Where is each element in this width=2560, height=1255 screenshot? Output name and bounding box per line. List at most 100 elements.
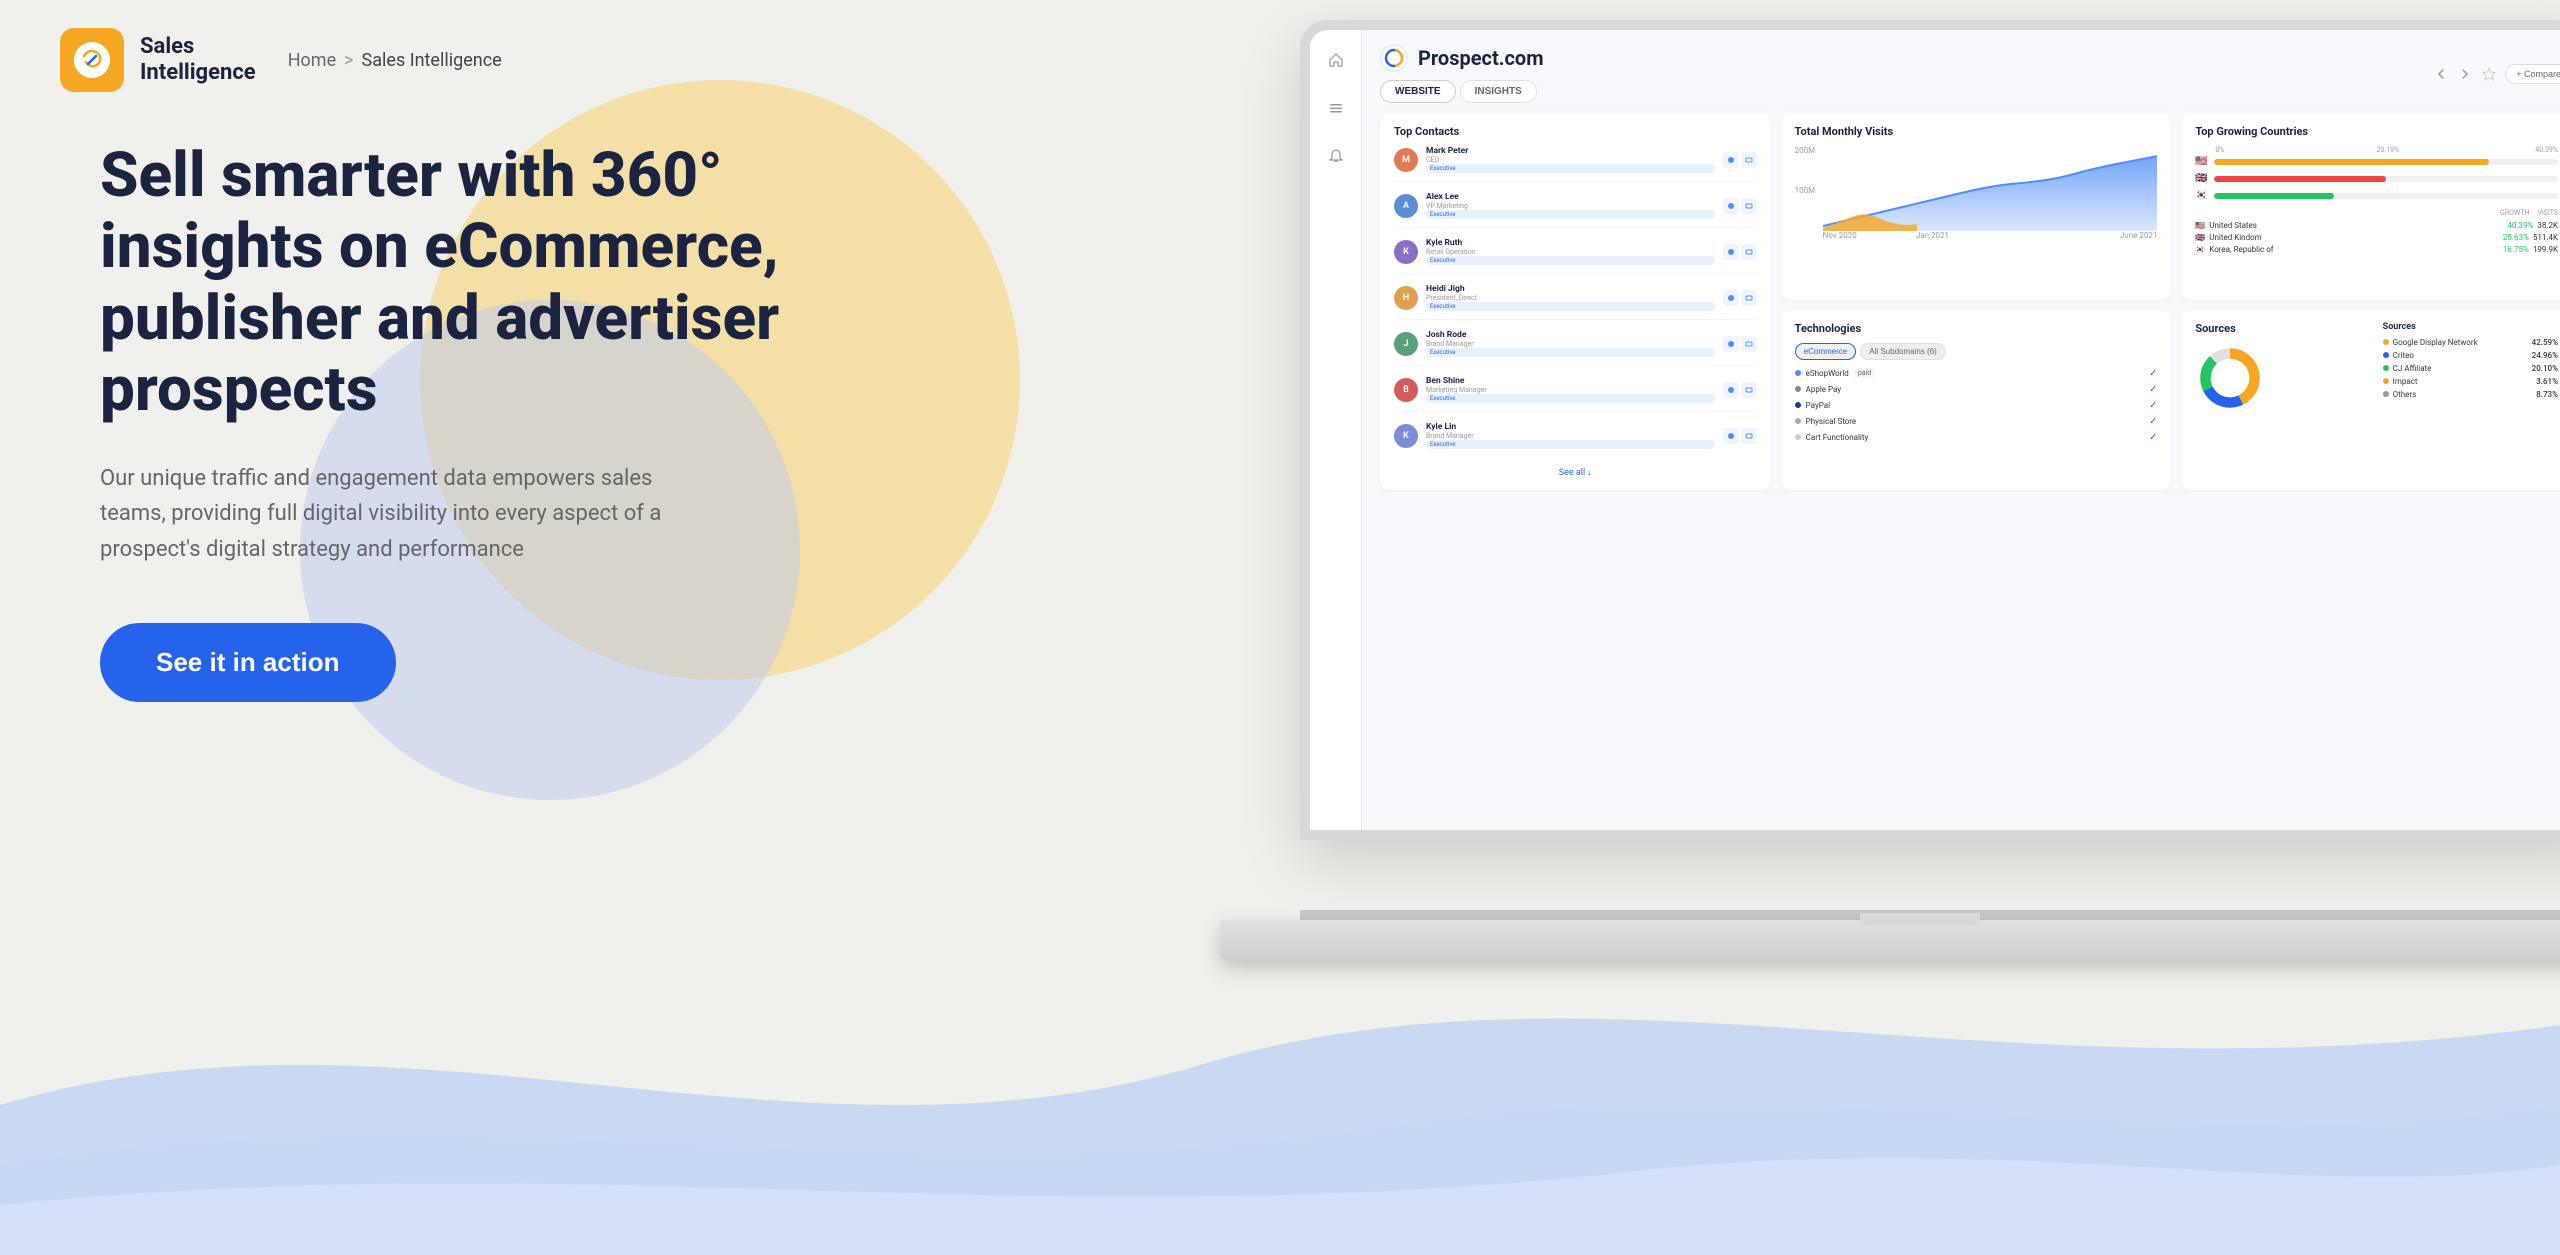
cta-button[interactable]: See it in action: [100, 623, 396, 702]
tech-row-apple: Apple Pay ✓: [1795, 384, 2158, 395]
dashboard: Prospect.com WEBSITE INSIGHTS: [1310, 30, 2560, 830]
contact-name-kyle2: Kyle Lin: [1426, 422, 1715, 432]
pct-label-0: 0%: [2215, 146, 2224, 154]
legend-label-criteo: Criteo: [2383, 351, 2414, 360]
legend-label-impact: Impact: [2383, 377, 2418, 386]
see-all-link[interactable]: See all ↓: [1394, 467, 1757, 478]
contact-info-ben: Ben Shine Marketing Manager Executive: [1426, 376, 1715, 403]
contact-name-ben: Ben Shine: [1426, 376, 1715, 386]
contact-btn-10[interactable]: [1741, 336, 1757, 352]
contact-row-mark: M Mark Peter CEO Executive: [1394, 146, 1757, 182]
contact-btn-11[interactable]: [1723, 382, 1739, 398]
legend-dot-criteo: [2383, 352, 2389, 358]
sub-text: Our unique traffic and engagement data e…: [100, 461, 680, 567]
tech-title: Technologies: [1795, 322, 2158, 335]
tech-name-cart: Cart Functionality: [1795, 433, 1869, 442]
tech-row-physical: Physical Store ✓: [1795, 416, 2158, 427]
tech-dot-paypal: [1795, 402, 1801, 408]
contact-name-josh: Josh Rode: [1426, 330, 1715, 340]
contact-row-ben: B Ben Shine Marketing Manager Executive: [1394, 376, 1757, 412]
contact-tag-kyle2: Executive: [1426, 440, 1715, 449]
contact-btn-1[interactable]: [1723, 152, 1739, 168]
legend-pct-others: 8.73%: [2536, 390, 2558, 399]
breadcrumb-separator: >: [344, 50, 353, 71]
country-name-kr: 🇰🇷 Korea, Republic of: [2195, 245, 2499, 254]
legend-pct-google: 42.59%: [2532, 338, 2558, 347]
contact-info-mark: Mark Peter CEO Executive: [1426, 146, 1715, 173]
bar-fill-kr: [2214, 193, 2334, 199]
contact-tag-alex: Executive: [1426, 210, 1715, 219]
contact-actions-mark: [1723, 152, 1757, 168]
countries-table: GROWTH VISITS 🇺🇸 United States 40.39%: [2195, 209, 2558, 254]
growth-kr: 16.75%: [2503, 245, 2529, 254]
contact-actions-kyle2: [1723, 428, 1757, 444]
country-bar-uk: 🇬🇧: [2195, 173, 2558, 184]
contact-info-josh: Josh Rode Brand Manager Executive: [1426, 330, 1715, 357]
contact-tag-mark: Executive: [1426, 164, 1715, 173]
contact-btn-3[interactable]: [1723, 198, 1739, 214]
contact-role-josh: Brand Manager: [1426, 340, 1715, 348]
breadcrumb-home[interactable]: Home: [288, 50, 336, 71]
contact-btn-13[interactable]: [1723, 428, 1739, 444]
tech-badge-eshop: paid: [1854, 368, 1875, 378]
avatar-kyle2: K: [1394, 424, 1418, 448]
legend-row-cj: CJ Affiliate 20.10%: [2383, 364, 2558, 373]
bar-pct-labels: 0% 20.19% 40.39%: [2195, 146, 2558, 154]
flag-uk: 🇬🇧: [2195, 173, 2207, 184]
contact-btn-14[interactable]: [1741, 428, 1757, 444]
country-bar-kr: 🇰🇷: [2195, 190, 2558, 201]
header: Sales Intelligence Home > Sales Intellig…: [0, 0, 2560, 120]
tech-row-paypal: PayPal ✓: [1795, 400, 2158, 411]
tech-check-cart: ✓: [2149, 432, 2157, 443]
logo-icon: [60, 28, 124, 92]
contact-btn-2[interactable]: [1741, 152, 1757, 168]
contact-row-josh: J Josh Rode Brand Manager Executive: [1394, 330, 1757, 366]
contact-info-heidi: Heidi Jigh President, Direct Executive: [1426, 284, 1715, 311]
x-label-nov: Nov 2020: [1823, 231, 1857, 240]
contact-tag-josh: Executive: [1426, 348, 1715, 357]
avatar-kyle: K: [1394, 240, 1418, 264]
flag-table-kr: 🇰🇷: [2195, 245, 2205, 254]
contact-name-alex: Alex Lee: [1426, 192, 1715, 202]
contact-btn-8[interactable]: [1741, 290, 1757, 306]
contact-btn-7[interactable]: [1723, 290, 1739, 306]
sources-card: Sources: [2181, 310, 2560, 491]
tech-dot-eshop: [1795, 370, 1801, 376]
contact-role-alex: VP Marketing: [1426, 202, 1715, 210]
x-label-june: June 2021: [2120, 231, 2157, 240]
laptop-base: [1220, 920, 2560, 960]
growth-uk: 25.63%: [2503, 233, 2529, 242]
contact-btn-4[interactable]: [1741, 198, 1757, 214]
sidebar-bell-icon[interactable]: [1322, 142, 1350, 170]
legend-pct-criteo: 24.96%: [2532, 351, 2558, 360]
pct-label-40: 40.39%: [2535, 146, 2558, 154]
contact-row-kyle2: K Kyle Lin Brand Manager Executive: [1394, 422, 1757, 457]
sources-legend: Sources Google Display Network 42.59%: [2383, 322, 2558, 479]
contact-btn-12[interactable]: [1741, 382, 1757, 398]
legend-dot-google: [2383, 339, 2389, 345]
contact-name-kyle: Kyle Ruth: [1426, 238, 1715, 248]
monthly-visits-card: Total Monthly Visits 200M 100M: [1781, 113, 2172, 300]
tech-tab-ecommerce[interactable]: eCommerce: [1795, 343, 1857, 360]
logo-text-intelligence: Intelligence: [140, 60, 256, 86]
contact-btn-9[interactable]: [1723, 336, 1739, 352]
tech-name-apple: Apple Pay: [1795, 385, 1841, 394]
tech-tab-subdomains[interactable]: All Subdomains (6): [1860, 343, 1946, 360]
table-row-kr: 🇰🇷 Korea, Republic of 16.75% 199.9K: [2195, 245, 2558, 254]
contact-actions-ben: [1723, 382, 1757, 398]
contact-name-mark: Mark Peter: [1426, 146, 1715, 156]
contact-actions-josh: [1723, 336, 1757, 352]
bar-fill-us: [2214, 159, 2489, 165]
bar-fill-uk: [2214, 176, 2386, 182]
contact-btn-6[interactable]: [1741, 244, 1757, 260]
col-header-visits: VISITS: [2537, 209, 2558, 217]
pct-label-20: 20.19%: [2240, 146, 2535, 154]
top-contacts-card: Top Contacts M Mark Peter CEO Executive: [1380, 113, 1771, 490]
dashboard-main: Prospect.com WEBSITE INSIGHTS: [1362, 30, 2560, 830]
tech-name-physical: Physical Store: [1795, 417, 1857, 426]
avatar-heidi: H: [1394, 286, 1418, 310]
contact-btn-5[interactable]: [1723, 244, 1739, 260]
contact-tag-heidi: Executive: [1426, 302, 1715, 311]
countries-table-header: GROWTH VISITS: [2195, 209, 2558, 217]
dash-grid: Total Monthly Visits 200M 100M: [1380, 113, 2560, 490]
